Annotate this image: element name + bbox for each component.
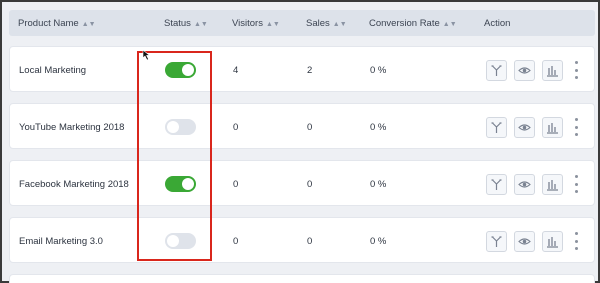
kebab-menu-icon[interactable]: [573, 118, 579, 136]
toggle-knob: [167, 235, 179, 247]
sort-icon[interactable]: ▲▼: [194, 21, 208, 28]
toggle-knob: [167, 121, 179, 133]
bar-chart-icon: [547, 123, 558, 134]
sort-icon[interactable]: ▲▼: [443, 21, 457, 28]
product-name[interactable]: Email Marketing 3.0: [19, 236, 103, 247]
sales-value: 2: [307, 65, 313, 76]
stats-button[interactable]: [542, 117, 563, 138]
stats-button[interactable]: [542, 60, 563, 81]
table-row: Local Marketing 4 2 0 %: [9, 46, 595, 92]
sales-value: 0: [307, 179, 313, 190]
preview-button[interactable]: [514, 174, 535, 195]
bar-chart-icon: [547, 66, 558, 77]
column-header-conversion-rate[interactable]: Conversion Rate ▲▼: [369, 18, 457, 29]
status-toggle[interactable]: [165, 62, 196, 78]
eye-icon: [518, 181, 531, 188]
preview-button[interactable]: [514, 231, 535, 252]
conversion-rate-value: 0 %: [370, 236, 387, 247]
table-row-partial: [9, 274, 595, 283]
sort-icon[interactable]: ▲▼: [266, 21, 280, 28]
product-name[interactable]: YouTube Marketing 2018: [19, 122, 124, 133]
kebab-menu-icon[interactable]: [573, 61, 579, 79]
eye-icon: [518, 124, 531, 131]
column-header-product-name[interactable]: Product Name ▲▼: [18, 18, 96, 29]
bar-chart-icon: [547, 180, 558, 191]
sales-value: 0: [307, 236, 313, 247]
visitors-value: 0: [233, 122, 239, 133]
status-toggle[interactable]: [165, 233, 196, 249]
table-row: Email Marketing 3.0 0 0 0 %: [9, 217, 595, 263]
toggle-knob: [182, 64, 194, 76]
mouse-cursor-icon: [142, 49, 151, 61]
split-icon: [491, 122, 502, 133]
status-toggle[interactable]: [165, 176, 196, 192]
preview-button[interactable]: [514, 117, 535, 138]
visitors-value: 4: [233, 65, 239, 76]
stats-button[interactable]: [542, 231, 563, 252]
sort-icon[interactable]: ▲▼: [82, 21, 96, 28]
bar-chart-icon: [547, 237, 558, 248]
split-icon: [491, 179, 502, 190]
visitors-value: 0: [233, 179, 239, 190]
split-test-button[interactable]: [486, 231, 507, 252]
column-header-sales[interactable]: Sales ▲▼: [306, 18, 347, 29]
visitors-value: 0: [233, 236, 239, 247]
table-row: Facebook Marketing 2018 0 0 0 %: [9, 160, 595, 206]
sort-icon[interactable]: ▲▼: [333, 21, 347, 28]
conversion-rate-value: 0 %: [370, 179, 387, 190]
table-row: YouTube Marketing 2018 0 0 0 %: [9, 103, 595, 149]
sales-value: 0: [307, 122, 313, 133]
kebab-menu-icon[interactable]: [573, 175, 579, 193]
eye-icon: [518, 67, 531, 74]
eye-icon: [518, 238, 531, 245]
status-toggle[interactable]: [165, 119, 196, 135]
product-name[interactable]: Facebook Marketing 2018: [19, 179, 129, 190]
conversion-rate-value: 0 %: [370, 122, 387, 133]
split-icon: [491, 236, 502, 247]
split-icon: [491, 65, 502, 76]
split-test-button[interactable]: [486, 60, 507, 81]
table-header: Product Name ▲▼ Status ▲▼ Visitors ▲▼ Sales…: [9, 10, 595, 36]
stats-button[interactable]: [542, 174, 563, 195]
product-name[interactable]: Local Marketing: [19, 65, 86, 76]
preview-button[interactable]: [514, 60, 535, 81]
toggle-knob: [182, 178, 194, 190]
column-header-status[interactable]: Status ▲▼: [164, 18, 208, 29]
kebab-menu-icon[interactable]: [573, 232, 579, 250]
column-header-action: Action: [484, 18, 511, 29]
column-header-visitors[interactable]: Visitors ▲▼: [232, 18, 280, 29]
split-test-button[interactable]: [486, 117, 507, 138]
conversion-rate-value: 0 %: [370, 65, 387, 76]
screenshot-frame: Product Name ▲▼ Status ▲▼ Visitors ▲▼ Sales…: [0, 0, 600, 283]
split-test-button[interactable]: [486, 174, 507, 195]
